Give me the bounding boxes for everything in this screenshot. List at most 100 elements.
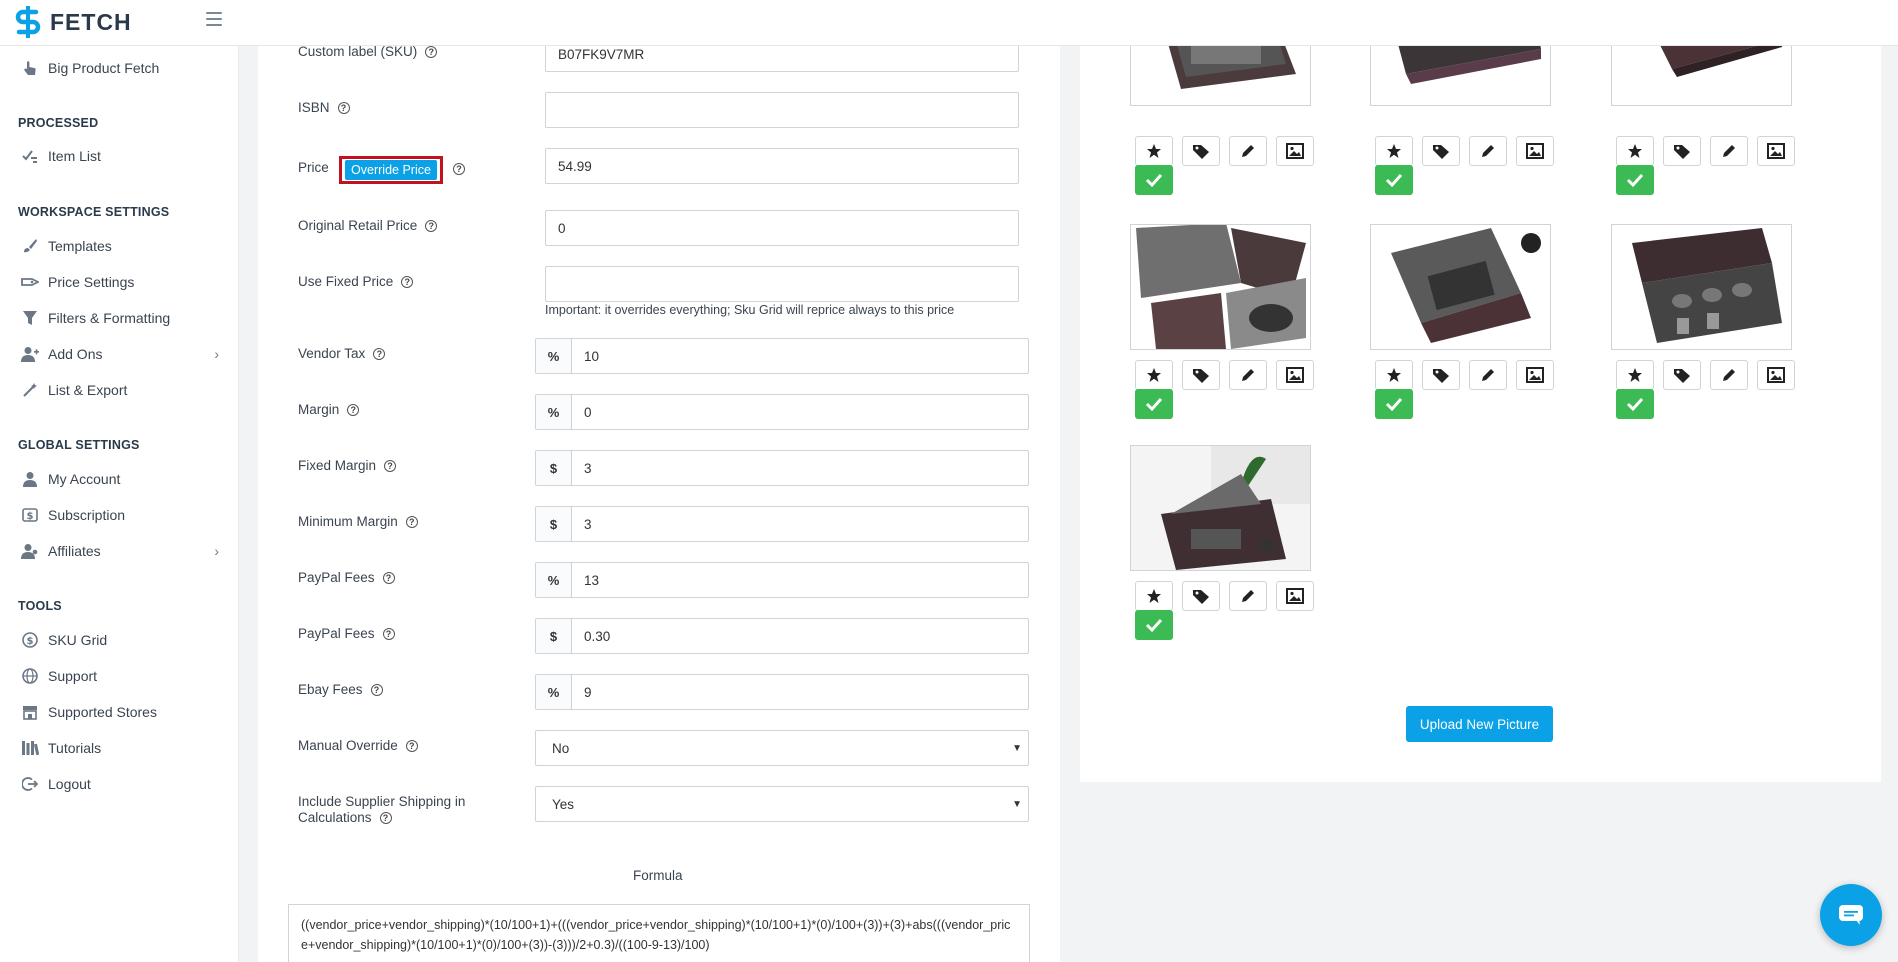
replace-picture-button[interactable] [1276,136,1314,166]
edit-picture-button[interactable] [1229,136,1267,166]
set-main-picture-button[interactable] [1135,360,1173,390]
help-icon[interactable]: ? [453,163,465,175]
manual-override-select[interactable]: No ▼ [535,730,1029,766]
minimum-margin-input[interactable]: 3 [572,507,1028,541]
edit-picture-button[interactable] [1710,360,1748,390]
set-main-picture-button[interactable] [1135,581,1173,611]
edit-picture-button[interactable] [1469,136,1507,166]
picture-selected-toggle[interactable] [1375,165,1413,195]
product-picture[interactable] [1611,224,1792,350]
sidebar-item-subscription[interactable]: $ Subscription [0,497,239,533]
paypal-fees-fixed-input[interactable]: 0.30 [572,619,1028,653]
vendor-tax-input[interactable]: 10 [572,339,1028,373]
sidebar-item-affiliates[interactable]: Affiliates › [0,533,239,569]
sidebar-item-my-account[interactable]: My Account [0,461,239,497]
help-icon[interactable]: ? [384,459,397,472]
isbn-input[interactable] [545,92,1019,128]
picture-selected-toggle[interactable] [1135,389,1173,419]
sidebar-item-sku-grid[interactable]: $ SKU Grid [0,622,239,658]
price-input[interactable]: 54.99 [545,148,1019,184]
formula-textarea[interactable]: ((vendor_price+vendor_shipping)*(10/100+… [288,904,1030,962]
margin-input[interactable]: 0 [572,395,1028,429]
select-value: Yes [552,796,575,812]
use-fixed-price-input[interactable] [545,266,1019,302]
product-picture[interactable] [1130,224,1311,350]
set-main-picture-button[interactable] [1616,360,1654,390]
help-icon[interactable]: ? [405,515,418,528]
ebay-fees-label: Ebay Fees? [298,682,383,697]
filter-icon [20,308,40,328]
sidebar-item-support[interactable]: Support [0,658,239,694]
help-icon[interactable]: ? [382,571,395,584]
override-price-button[interactable]: Override Price [339,156,443,184]
edit-picture-button[interactable] [1229,360,1267,390]
edit-picture-button[interactable] [1710,136,1748,166]
help-icon[interactable]: ? [347,403,360,416]
upload-new-picture-button[interactable]: Upload New Picture [1406,706,1553,742]
paypal-fees-percent-input[interactable]: 13 [572,563,1028,597]
help-icon[interactable]: ? [379,812,392,824]
set-main-picture-button[interactable] [1375,360,1413,390]
sidebar-heading-processed: PROCESSED [18,116,99,130]
sidebar-item-price-settings[interactable]: Price Settings [0,264,239,300]
include-shipping-select[interactable]: Yes ▼ [535,786,1029,822]
percent-addon: % [536,675,572,709]
original-retail-price-input[interactable]: 0 [545,210,1019,246]
margin-input-group: % 0 [535,394,1029,430]
replace-picture-button[interactable] [1516,360,1554,390]
label-text: PayPal Fees [298,570,375,585]
replace-picture-button[interactable] [1516,136,1554,166]
picture-selected-toggle[interactable] [1375,389,1413,419]
brand-logo[interactable]: FETCH [14,6,132,38]
help-icon[interactable]: ? [425,45,438,58]
tag-picture-button[interactable] [1182,136,1220,166]
edit-picture-button[interactable] [1469,360,1507,390]
help-icon[interactable]: ? [382,627,395,640]
picture-selected-toggle[interactable] [1135,610,1173,640]
check-icon [1626,172,1644,188]
set-main-picture-button[interactable] [1616,136,1654,166]
set-main-picture-button[interactable] [1135,136,1173,166]
menu-toggle-icon[interactable] [206,12,222,26]
product-picture[interactable] [1370,224,1551,350]
replace-picture-button[interactable] [1276,581,1314,611]
edit-picture-button[interactable] [1229,581,1267,611]
help-icon[interactable]: ? [401,275,414,288]
picture-selected-toggle[interactable] [1135,165,1173,195]
sidebar-item-add-ons[interactable]: Add Ons › [0,336,239,372]
tag-picture-button[interactable] [1422,136,1460,166]
sidebar-item-templates[interactable]: Templates [0,228,239,264]
help-icon[interactable]: ? [373,347,386,360]
sidebar-item-filters-formatting[interactable]: Filters & Formatting [0,300,239,336]
picture-selected-toggle[interactable] [1616,165,1654,195]
tag-picture-button[interactable] [1182,581,1220,611]
help-icon[interactable]: ? [370,683,383,696]
tag-picture-button[interactable] [1663,360,1701,390]
replace-picture-button[interactable] [1757,360,1795,390]
ebay-fees-input[interactable]: 9 [572,675,1028,709]
fixed-margin-input[interactable]: 3 [572,451,1028,485]
sidebar-item-big-product-fetch[interactable]: Big Product Fetch [0,50,239,86]
set-main-picture-button[interactable] [1375,136,1413,166]
help-icon[interactable]: ? [425,219,438,232]
sidebar-item-list-export[interactable]: List & Export [0,372,239,408]
replace-picture-button[interactable] [1276,360,1314,390]
chat-bubble-button[interactable] [1820,884,1882,946]
help-icon[interactable]: ? [405,739,418,752]
sidebar-item-supported-stores[interactable]: Supported Stores [0,694,239,730]
sidebar-heading-workspace-settings: WORKSPACE SETTINGS [18,205,170,219]
minimum-margin-input-group: $3 [535,506,1029,542]
tag-picture-button[interactable] [1422,360,1460,390]
sidebar-item-tutorials[interactable]: Tutorials [0,730,239,766]
check-icon [1385,396,1403,412]
help-icon[interactable]: ? [337,101,350,114]
tag-picture-button[interactable] [1182,360,1220,390]
picture-selected-toggle[interactable] [1616,389,1654,419]
sidebar-item-logout[interactable]: Logout [0,766,239,802]
check-icon [1145,172,1163,188]
hand-pointer-icon [20,58,40,78]
product-picture[interactable] [1130,445,1311,571]
sidebar-item-item-list[interactable]: Item List [0,138,239,174]
tag-picture-button[interactable] [1663,136,1701,166]
replace-picture-button[interactable] [1757,136,1795,166]
